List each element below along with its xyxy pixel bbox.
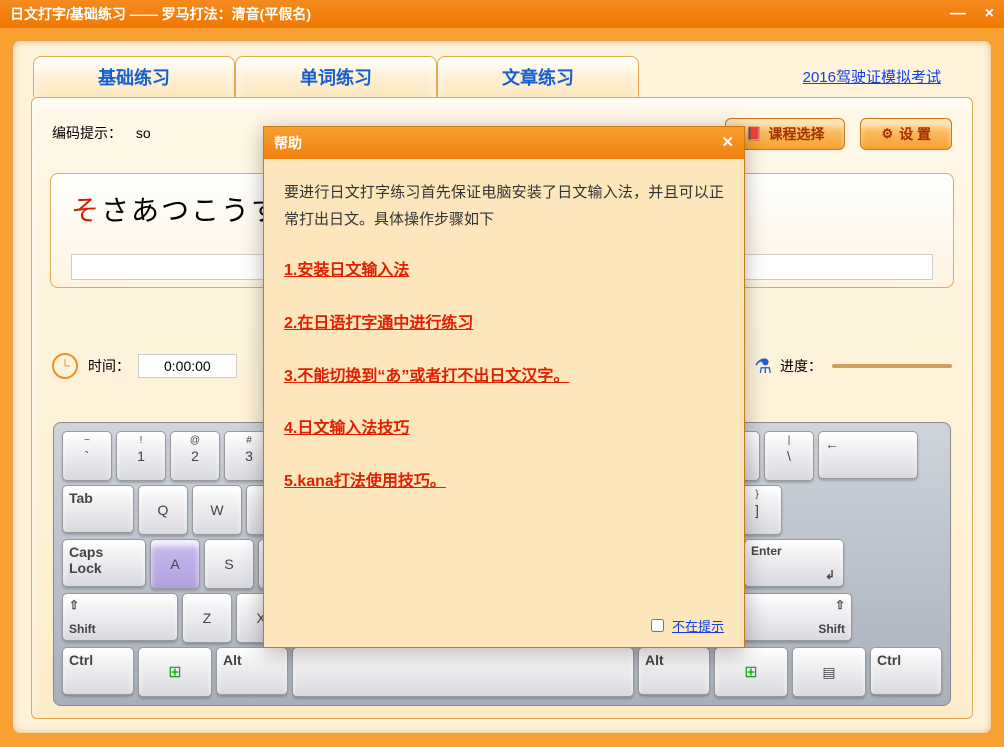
help-dialog: 帮助 ✕ 要进行日文打字练习首先保证电脑安装了日文输入法，并且可以正常打出日文。… (263, 126, 745, 648)
key-win-left[interactable]: ⊞ (138, 647, 212, 697)
key-z[interactable]: Z (182, 593, 232, 643)
progress-label: 进度： (780, 356, 822, 376)
key-enter[interactable]: Enter↲ (744, 539, 844, 587)
no-prompt-checkbox[interactable] (651, 619, 664, 632)
help-body: 要进行日文打字练习首先保证电脑安装了日文输入法，并且可以正常打出日文。具体操作步… (264, 159, 744, 541)
time-label: 时间： (88, 356, 130, 376)
key-space[interactable] (292, 647, 634, 697)
window-controls: — × (935, 5, 994, 23)
hint-value: so (136, 125, 151, 141)
key-ctrl-right[interactable]: Ctrl (870, 647, 942, 695)
flask-icon: ⚗ (754, 354, 772, 379)
help-footer: 不在提示 (647, 616, 724, 635)
close-icon[interactable]: × (985, 5, 994, 22)
hint-label: 编码提示： (52, 125, 122, 141)
help-link-5[interactable]: 5.kana打法使用技巧。 (284, 468, 724, 497)
help-intro: 要进行日文打字练习首先保证电脑安装了日文输入法，并且可以正常打出日文。具体操作步… (284, 179, 724, 233)
key-w[interactable]: W (192, 485, 242, 535)
key-backspace[interactable]: ← (818, 431, 918, 479)
time-value: 0:00:00 (138, 354, 237, 378)
key-capslock[interactable]: Caps Lock (62, 539, 146, 587)
progress-bar (832, 364, 952, 368)
kana-rest-left: さあつこうす (101, 196, 281, 227)
help-titlebar: 帮助 ✕ (264, 127, 744, 159)
key-\[interactable]: |\ (764, 431, 814, 481)
gear-icon: ⚙ (881, 126, 893, 142)
key-s[interactable]: S (204, 539, 254, 589)
key-q[interactable]: Q (138, 485, 188, 535)
key-menu[interactable]: ▤ (792, 647, 866, 697)
settings-button[interactable]: ⚙ 设 置 (860, 118, 952, 150)
key-ctrl-left[interactable]: Ctrl (62, 647, 134, 695)
key-2[interactable]: @2 (170, 431, 220, 481)
tab-word[interactable]: 单词练习 (235, 56, 437, 97)
help-link-3[interactable]: 3.不能切换到“あ”或者打不出日文汉字。 (284, 363, 724, 392)
key-`[interactable]: ~` (62, 431, 112, 481)
top-buttons: 📕 课程选择 ⚙ 设 置 (725, 118, 952, 150)
minimize-icon[interactable]: — (950, 5, 966, 22)
key-alt-left[interactable]: Alt (216, 647, 288, 695)
tab-article[interactable]: 文章练习 (437, 56, 639, 97)
titlebar: 日文打字/基础练习 —— 罗马打法：清音(平假名) — × (0, 0, 1004, 28)
key-1[interactable]: !1 (116, 431, 166, 481)
no-prompt-label[interactable]: 不在提示 (672, 616, 724, 635)
tab-bar: 基础练习 单词练习 文章练习 2016驾驶证模拟考试 (13, 41, 991, 97)
key-a[interactable]: A (150, 539, 200, 589)
help-title: 帮助 (274, 133, 302, 153)
encoding-hint: 编码提示： so (52, 123, 151, 143)
kana-current: そ (71, 196, 101, 227)
clock-icon (52, 353, 78, 379)
help-link-4[interactable]: 4.日文输入法技巧 (284, 415, 724, 444)
key-win-right[interactable]: ⊞ (714, 647, 788, 697)
help-link-1[interactable]: 1.安装日文输入法 (284, 257, 724, 286)
help-link-2[interactable]: 2.在日语打字通中进行练习 (284, 310, 724, 339)
window-title: 日文打字/基础练习 —— 罗马打法：清音(平假名) (10, 4, 311, 24)
key-alt-right[interactable]: Alt (638, 647, 710, 695)
book-icon: 📕 (746, 126, 762, 142)
tab-basic[interactable]: 基础练习 (33, 56, 235, 97)
exam-link[interactable]: 2016驾驶证模拟考试 (803, 66, 941, 97)
key-tab[interactable]: Tab (62, 485, 134, 533)
key-shift-left[interactable]: ⇧Shift (62, 593, 178, 641)
help-close-icon[interactable]: ✕ (721, 133, 734, 153)
